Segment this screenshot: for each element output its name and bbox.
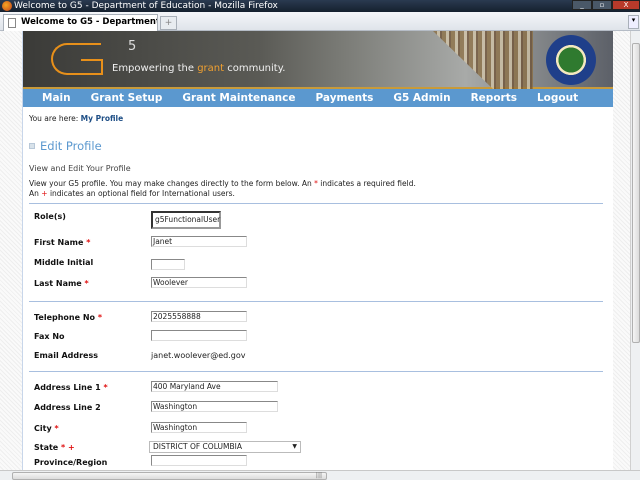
logo-superscript: 5 <box>128 39 137 54</box>
page-margin <box>613 31 630 470</box>
province-label: Province/Region <box>34 458 108 467</box>
province-row: Province/Region <box>29 454 603 470</box>
divider <box>29 301 603 302</box>
tab-bar: Welcome to G5 - Department of Edu... + ▾ <box>0 12 640 31</box>
page: 5 Empowering the grant community. Main G… <box>22 31 613 470</box>
divider <box>29 203 603 204</box>
nav-main[interactable]: Main <box>42 89 71 107</box>
scroll-thumb[interactable]: ||| <box>12 472 327 480</box>
first-name-row: First Name * Janet <box>29 234 603 254</box>
page-title: Edit Profile <box>29 139 102 153</box>
address1-input[interactable]: 400 Maryland Ave <box>151 381 278 392</box>
scroll-thumb[interactable] <box>632 43 640 343</box>
middle-initial-row: Middle Initial <box>29 254 603 274</box>
city-input[interactable]: Washington <box>151 422 247 433</box>
page-margin <box>0 31 22 470</box>
tagline: Empowering the grant community. <box>112 63 286 74</box>
tab-list-button[interactable]: ▾ <box>628 15 639 29</box>
nav-grant-maintenance[interactable]: Grant Maintenance <box>182 89 295 107</box>
breadcrumb-current[interactable]: My Profile <box>81 114 124 123</box>
header-banner: 5 Empowering the grant community. <box>23 31 613 89</box>
department-seal <box>546 35 596 85</box>
email-value: janet.woolever@ed.gov <box>151 351 246 360</box>
role-field[interactable]: g5FunctionalUser <box>151 211 221 229</box>
dropdown-arrow-icon: ▼ <box>292 443 297 450</box>
bookshelf-image <box>433 31 533 89</box>
telephone-row: Telephone No * 2025558888 <box>29 309 603 329</box>
address2-input[interactable]: Washington <box>151 401 278 412</box>
close-button[interactable]: X <box>612 0 640 10</box>
minimize-button[interactable]: _ <box>572 0 592 10</box>
page-subtitle: View and Edit Your Profile <box>29 164 131 173</box>
horizontal-scrollbar[interactable]: ||| <box>0 470 640 480</box>
vertical-scrollbar[interactable] <box>630 31 640 470</box>
new-tab-button[interactable]: + <box>160 16 177 30</box>
main-nav: Main Grant Setup Grant Maintenance Payme… <box>23 89 613 107</box>
telephone-input[interactable]: 2025558888 <box>151 311 247 322</box>
divider <box>29 371 603 372</box>
page-icon <box>8 18 16 28</box>
bullet-icon <box>29 143 35 149</box>
nav-reports[interactable]: Reports <box>471 89 517 107</box>
role-row: Role(s) g5FunctionalUser <box>29 208 603 234</box>
nav-grant-setup[interactable]: Grant Setup <box>91 89 163 107</box>
window-titlebar: Welcome to G5 - Department of Education … <box>0 0 640 12</box>
state-select[interactable]: DISTRICT OF COLUMBIA ▼ <box>149 441 301 453</box>
nav-g5-admin[interactable]: G5 Admin <box>393 89 450 107</box>
page-description: View your G5 profile. You may make chang… <box>29 179 416 198</box>
city-row: City * Washington <box>29 420 603 440</box>
restore-button[interactable]: ▫ <box>592 0 612 10</box>
email-row: Email Address janet.woolever@ed.gov <box>34 351 246 360</box>
nav-payments[interactable]: Payments <box>316 89 374 107</box>
fax-input[interactable] <box>151 330 247 341</box>
province-input[interactable] <box>151 455 247 466</box>
window-title: Welcome to G5 - Department of Education … <box>14 1 278 11</box>
fax-row: Fax No <box>29 328 603 348</box>
first-name-input[interactable]: Janet <box>151 236 247 247</box>
firefox-icon <box>2 1 12 11</box>
last-name-input[interactable]: Woolever <box>151 277 247 288</box>
tab-title: Welcome to G5 - Department of Edu... <box>21 17 158 27</box>
browser-tab[interactable]: Welcome to G5 - Department of Edu... <box>3 14 158 31</box>
address2-row: Address Line 2 Washington <box>29 399 603 419</box>
address1-row: Address Line 1 * 400 Maryland Ave <box>29 379 603 399</box>
last-name-row: Last Name * Woolever <box>29 275 603 295</box>
breadcrumb: You are here: My Profile <box>29 114 124 123</box>
nav-logout[interactable]: Logout <box>537 89 578 107</box>
middle-initial-input[interactable] <box>151 259 185 270</box>
